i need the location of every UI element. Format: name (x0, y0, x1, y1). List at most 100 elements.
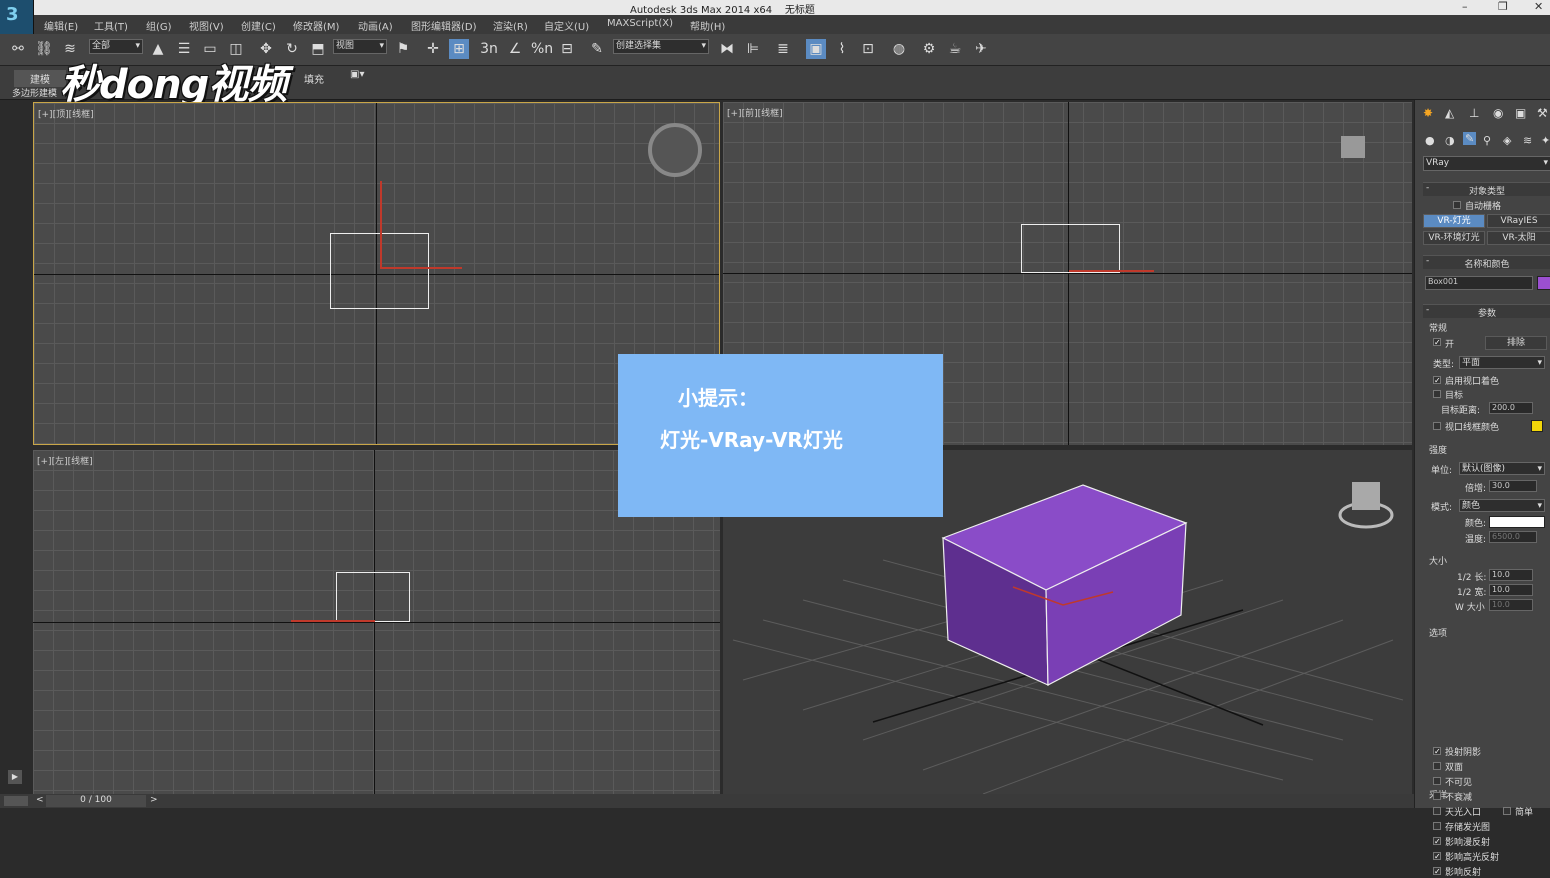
tab-populate[interactable]: 填充 (304, 71, 324, 86)
frame-counter[interactable]: 0 / 100 (46, 795, 146, 807)
percent-snap-icon[interactable]: %n (531, 39, 553, 59)
rollout-object-type[interactable]: - 对象类型 (1423, 182, 1550, 197)
simple-checkbox[interactable] (1503, 807, 1511, 815)
target-distance-input[interactable]: 200.0 (1489, 402, 1533, 414)
option-checkbox[interactable] (1433, 822, 1441, 830)
half-length-input[interactable]: 10.0 (1489, 569, 1533, 581)
light-category-select[interactable]: VRay (1423, 156, 1550, 171)
restore-button[interactable]: ❐ (1498, 0, 1508, 13)
layer-manager-icon[interactable]: ≣ (773, 39, 793, 59)
menu-animation[interactable]: 动画(A) (358, 18, 393, 33)
render-production-icon[interactable]: ✈ (971, 39, 991, 59)
on-checkbox[interactable]: ✓ (1433, 338, 1441, 347)
option-checkbox[interactable]: ✓ (1433, 852, 1441, 861)
half-width-input[interactable]: 10.0 (1489, 584, 1533, 596)
menu-tools[interactable]: 工具(T) (94, 18, 128, 33)
close-button[interactable]: ✕ (1534, 0, 1543, 13)
mini-listener-icon[interactable] (4, 796, 28, 806)
render-frame-icon[interactable]: ☕ (945, 39, 965, 59)
viewport-shading-checkbox[interactable]: ✓ (1433, 376, 1441, 385)
select-manipulate-icon[interactable]: ✛ (423, 39, 443, 59)
reference-coord-select[interactable]: 视图 (333, 39, 387, 54)
light-color-swatch[interactable] (1489, 516, 1545, 528)
schematic-view-icon[interactable]: ⊡ (858, 39, 878, 59)
spinner-snap-icon[interactable]: ⊟ (557, 39, 577, 59)
named-selection-set-select[interactable]: 创建选择集 (613, 39, 709, 54)
viewport-front-label[interactable]: [+][前][线框] (727, 106, 783, 119)
menu-edit[interactable]: 编辑(E) (44, 18, 78, 33)
rollout-name-color[interactable]: - 名称和颜色 (1423, 255, 1550, 270)
graphite-toggle-icon[interactable]: ▣ (806, 39, 826, 59)
prev-frame-icon[interactable]: < (36, 795, 44, 805)
lights-icon[interactable]: ✎ (1463, 132, 1477, 145)
menu-graph-editors[interactable]: 图形编辑器(D) (411, 18, 477, 33)
mirror-icon[interactable]: ⧓ (717, 39, 737, 59)
w-size-input[interactable]: 10.0 (1489, 599, 1533, 611)
helpers-icon[interactable]: ◈ (1503, 134, 1511, 147)
time-slider[interactable]: < 0 / 100 > (0, 794, 1414, 808)
link-icon[interactable]: ⚯ (8, 39, 28, 59)
mode-select[interactable]: 颜色 (1459, 499, 1545, 513)
box-wireframe[interactable] (1021, 224, 1120, 273)
menu-group[interactable]: 组(G) (146, 18, 172, 33)
curve-editor-icon[interactable]: ⌇ (832, 39, 852, 59)
motion-tab-icon[interactable]: ◉ (1493, 106, 1503, 120)
vrayies-button[interactable]: VRayIES (1487, 214, 1550, 228)
viewcube-front[interactable] (1341, 136, 1365, 158)
keyboard-shortcut-override-icon[interactable]: ⊞ (449, 39, 469, 59)
systems-icon[interactable]: ✦ (1541, 134, 1550, 147)
option-checkbox[interactable]: ✓ (1433, 837, 1441, 846)
shapes-icon[interactable]: ◑ (1445, 134, 1455, 147)
viewport-left-label[interactable]: [+][左][线框] (37, 454, 93, 467)
minimize-button[interactable]: – (1462, 0, 1468, 13)
option-checkbox[interactable] (1433, 762, 1441, 770)
autogrid-checkbox[interactable] (1453, 201, 1461, 209)
angle-snap-icon[interactable]: ∠ (505, 39, 525, 59)
target-checkbox[interactable] (1433, 390, 1441, 398)
menu-maxscript[interactable]: MAXScript(X) (607, 18, 673, 29)
render-setup-icon[interactable]: ⚙ (919, 39, 939, 59)
menu-modifiers[interactable]: 修改器(M) (293, 18, 339, 33)
temperature-input[interactable]: 6500.0 (1489, 531, 1537, 543)
geometry-icon[interactable]: ● (1425, 134, 1435, 147)
vr-light-button[interactable]: VR-灯光 (1423, 214, 1485, 228)
rollout-parameters[interactable]: - 参数 (1423, 304, 1550, 319)
cameras-icon[interactable]: ⚲ (1483, 134, 1491, 147)
wire-color-swatch[interactable] (1531, 420, 1543, 432)
exclude-button[interactable]: 排除 (1485, 336, 1547, 350)
polygon-modeling-label[interactable]: 多边形建模 (12, 86, 57, 99)
menu-customize[interactable]: 自定义(U) (544, 18, 589, 33)
scale-icon[interactable]: ⬒ (308, 39, 328, 59)
snap-toggle-icon[interactable]: 3n (479, 39, 499, 59)
box-wireframe[interactable] (336, 572, 410, 622)
play-icon[interactable]: ▶ (8, 770, 22, 784)
app-menu-button[interactable]: 3 (0, 0, 34, 34)
option-checkbox[interactable]: ✓ (1433, 867, 1441, 876)
space-warps-icon[interactable]: ≋ (1523, 134, 1532, 147)
align-icon[interactable]: ⊫ (743, 39, 763, 59)
menu-view[interactable]: 视图(V) (189, 18, 224, 33)
multiplier-input[interactable]: 30.0 (1489, 480, 1537, 492)
tab-modeling[interactable]: 建模 (14, 70, 66, 87)
menu-rendering[interactable]: 渲染(R) (493, 18, 528, 33)
light-type-select[interactable]: 平面 (1459, 356, 1545, 370)
modify-tab-icon[interactable]: ◭ (1445, 106, 1454, 120)
hierarchy-tab-icon[interactable]: ⊥ (1469, 106, 1479, 120)
unit-select[interactable]: 默认(图像) (1459, 462, 1545, 476)
viewport-top[interactable]: [+][顶][线框] (33, 102, 720, 445)
unlink-icon[interactable]: ⛓ (34, 39, 54, 59)
material-editor-icon[interactable]: ◍ (889, 39, 909, 59)
menu-help[interactable]: 帮助(H) (690, 18, 725, 33)
viewcube-top[interactable] (648, 123, 702, 177)
edit-named-sets-icon[interactable]: ✎ (587, 39, 607, 59)
pivot-center-icon[interactable]: ⚑ (393, 39, 413, 59)
create-tab-icon[interactable]: ✸ (1423, 106, 1433, 120)
display-tab-icon[interactable]: ▣ (1515, 106, 1526, 120)
vr-ambient-light-button[interactable]: VR-环境灯光 (1423, 231, 1485, 245)
viewport-left[interactable]: [+][左][线框] (33, 450, 720, 794)
vr-sun-button[interactable]: VR-太阳 (1487, 231, 1550, 245)
option-checkbox[interactable] (1433, 807, 1441, 815)
option-checkbox[interactable]: ✓ (1433, 747, 1441, 756)
next-frame-icon[interactable]: > (150, 795, 158, 805)
option-checkbox[interactable] (1433, 792, 1441, 800)
